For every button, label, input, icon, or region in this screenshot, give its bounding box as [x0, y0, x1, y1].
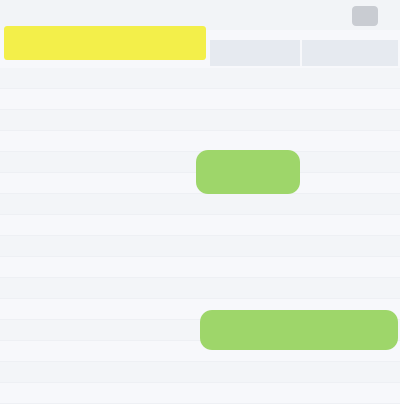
- table-row[interactable]: [0, 89, 400, 110]
- highlighted-cell[interactable]: [196, 150, 300, 194]
- table-row[interactable]: [0, 257, 400, 278]
- table-row[interactable]: [0, 278, 400, 299]
- column-header[interactable]: [302, 40, 398, 66]
- title-cell[interactable]: [4, 26, 206, 60]
- table-row[interactable]: [0, 383, 400, 404]
- table-row[interactable]: [0, 68, 400, 89]
- table-row[interactable]: [0, 110, 400, 131]
- column-header[interactable]: [210, 40, 300, 66]
- table-row[interactable]: [0, 215, 400, 236]
- data-grid: [0, 68, 400, 404]
- table-row[interactable]: [0, 194, 400, 215]
- spreadsheet: [0, 0, 400, 404]
- table-row[interactable]: [0, 236, 400, 257]
- table-row[interactable]: [0, 362, 400, 383]
- highlighted-cell[interactable]: [200, 310, 398, 350]
- table-row[interactable]: [0, 131, 400, 152]
- window-control-icon[interactable]: [352, 6, 378, 26]
